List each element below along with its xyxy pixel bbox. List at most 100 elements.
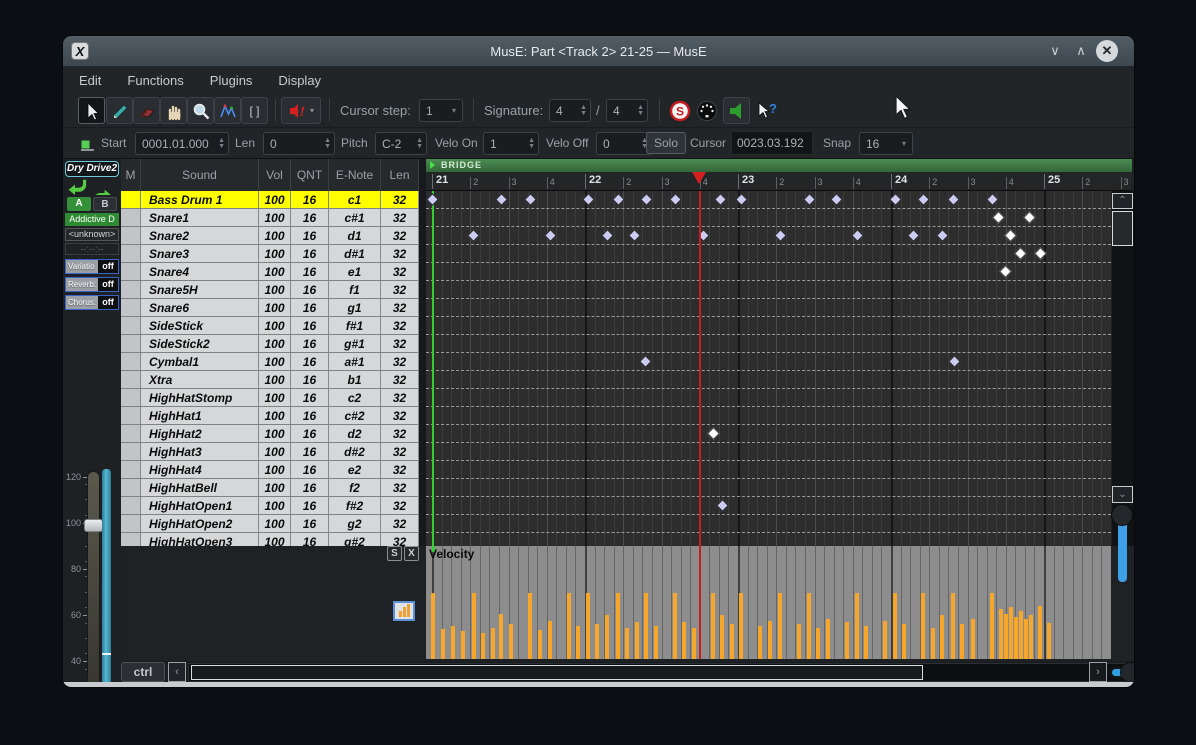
- drum-cell[interactable]: 16: [291, 353, 329, 370]
- drum-cell[interactable]: [121, 443, 141, 460]
- drum-row[interactable]: Snare110016c#132: [121, 209, 419, 227]
- eraser-tool-button[interactable]: [133, 97, 160, 124]
- drum-cell[interactable]: 100: [259, 263, 291, 280]
- drum-cell[interactable]: f1: [329, 281, 381, 298]
- midi-input-button[interactable]: [694, 98, 719, 123]
- drum-row[interactable]: HighHatOpen310016g#232: [121, 533, 419, 546]
- drum-name-cell[interactable]: HighHatOpen1: [141, 497, 259, 514]
- drum-cell[interactable]: d2: [329, 425, 381, 442]
- velocity-bar[interactable]: [960, 624, 964, 659]
- drum-row[interactable]: Snare5H10016f132: [121, 281, 419, 299]
- velocity-bar[interactable]: [768, 621, 772, 659]
- drum-cell[interactable]: c#1: [329, 209, 381, 226]
- velocity-bar[interactable]: [816, 628, 820, 659]
- velocity-bar[interactable]: [730, 624, 734, 659]
- drum-cell[interactable]: 32: [381, 497, 419, 514]
- spin-arrows-icon[interactable]: ▲▼: [218, 135, 225, 152]
- play-note-button[interactable]: [723, 97, 750, 124]
- spin-arrows-icon[interactable]: ▲▼: [637, 102, 644, 119]
- drum-name-cell[interactable]: HighHat1: [141, 407, 259, 424]
- drum-cell[interactable]: 16: [291, 209, 329, 226]
- velocity-bar[interactable]: [605, 615, 609, 659]
- drum-cell[interactable]: 100: [259, 497, 291, 514]
- velocity-bar[interactable]: [441, 629, 445, 659]
- drum-cell[interactable]: 16: [291, 443, 329, 460]
- drum-cell[interactable]: 16: [291, 335, 329, 352]
- drum-cell[interactable]: 32: [381, 227, 419, 244]
- drum-name-cell[interactable]: Bass Drum 1: [141, 191, 259, 208]
- drum-cell[interactable]: 32: [381, 533, 419, 546]
- drum-cell[interactable]: 16: [291, 317, 329, 334]
- drum-cell[interactable]: 100: [259, 299, 291, 316]
- drum-cell[interactable]: [121, 479, 141, 496]
- volume-slider-knob[interactable]: [84, 519, 103, 532]
- drum-row[interactable]: HighHatBell10016f232: [121, 479, 419, 497]
- drum-row[interactable]: HighHatOpen110016f#232: [121, 497, 419, 515]
- drum-cell[interactable]: [121, 407, 141, 424]
- drum-cell[interactable]: g2: [329, 515, 381, 532]
- drum-cell[interactable]: [121, 389, 141, 406]
- signature-denominator-spin[interactable]: 4 ▲▼: [606, 99, 648, 122]
- vscroll-thumb[interactable]: [1112, 211, 1133, 246]
- velocity-bar[interactable]: [586, 593, 590, 659]
- drum-row[interactable]: Snare410016e132: [121, 263, 419, 281]
- drum-cell[interactable]: [121, 533, 141, 546]
- drum-cell[interactable]: 16: [291, 245, 329, 262]
- drum-cell[interactable]: 32: [381, 281, 419, 298]
- velocity-bar[interactable]: [528, 593, 532, 659]
- drum-cell[interactable]: d1: [329, 227, 381, 244]
- velocity-bar[interactable]: [682, 622, 686, 659]
- drum-cell[interactable]: 32: [381, 245, 419, 262]
- velocity-bar[interactable]: [673, 593, 677, 659]
- drum-cell[interactable]: [121, 425, 141, 442]
- drum-cell[interactable]: 100: [259, 353, 291, 370]
- drum-name-cell[interactable]: Xtra: [141, 371, 259, 388]
- drum-cell[interactable]: [121, 263, 141, 280]
- drum-row[interactable]: Snare610016g132: [121, 299, 419, 317]
- drum-cell[interactable]: 32: [381, 335, 419, 352]
- drum-cell[interactable]: 32: [381, 353, 419, 370]
- velocity-close-button[interactable]: X: [404, 546, 419, 561]
- velocity-bar[interactable]: [778, 593, 782, 659]
- drum-cell[interactable]: c1: [329, 191, 381, 208]
- velocity-bar[interactable]: [692, 628, 696, 659]
- velocity-bar[interactable]: [758, 626, 762, 659]
- drum-cell[interactable]: 100: [259, 335, 291, 352]
- drum-cell[interactable]: 32: [381, 209, 419, 226]
- drum-name-cell[interactable]: HighHat2: [141, 425, 259, 442]
- drum-cell[interactable]: c2: [329, 389, 381, 406]
- solo-button[interactable]: Solo: [646, 132, 686, 154]
- menu-functions[interactable]: Functions: [127, 73, 183, 88]
- part-name-label[interactable]: Dry Drive2: [65, 161, 119, 177]
- drum-cell[interactable]: 32: [381, 461, 419, 478]
- velocity-bar[interactable]: [1029, 615, 1033, 659]
- pitch-spinbox[interactable]: C-2 ▲▼: [375, 132, 427, 155]
- drum-cell[interactable]: [121, 461, 141, 478]
- velocity-bar[interactable]: [931, 628, 935, 659]
- zoom-slider-knob[interactable]: [1120, 662, 1135, 683]
- velocity-bar[interactable]: [576, 626, 580, 659]
- velocity-bar[interactable]: [1038, 606, 1042, 659]
- drum-cell[interactable]: [121, 353, 141, 370]
- velocity-bar[interactable]: [883, 621, 887, 659]
- drum-cell[interactable]: 16: [291, 299, 329, 316]
- velocity-bar[interactable]: [826, 619, 830, 659]
- drum-row[interactable]: Snare210016d132: [121, 227, 419, 245]
- drum-cell[interactable]: 16: [291, 461, 329, 478]
- drum-cell[interactable]: [121, 281, 141, 298]
- drum-cell[interactable]: f#1: [329, 317, 381, 334]
- drum-cell[interactable]: 100: [259, 461, 291, 478]
- marker-bar[interactable]: BRIDGE: [426, 159, 1132, 172]
- signature-numerator-spin[interactable]: 4 ▲▼: [549, 99, 591, 122]
- drum-name-cell[interactable]: Snare6: [141, 299, 259, 316]
- velocity-bar[interactable]: [472, 593, 476, 659]
- velocity-bar[interactable]: [616, 593, 620, 659]
- drum-cell[interactable]: [121, 335, 141, 352]
- drum-cell[interactable]: 100: [259, 533, 291, 546]
- drum-cell[interactable]: 16: [291, 425, 329, 442]
- timeline-ruler[interactable]: 212342223423234242342523: [426, 172, 1132, 191]
- drum-row[interactable]: HighHatOpen210016g232: [121, 515, 419, 533]
- velocity-bar[interactable]: [548, 621, 552, 659]
- drum-row[interactable]: Snare310016d#132: [121, 245, 419, 263]
- drum-cell[interactable]: 32: [381, 407, 419, 424]
